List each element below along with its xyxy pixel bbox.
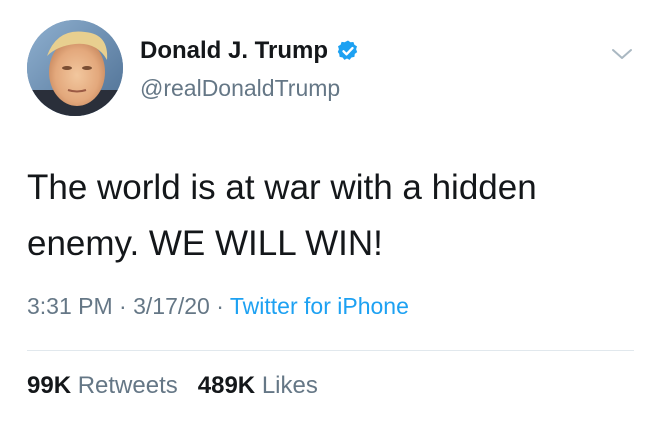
tweet-source-link[interactable]: Twitter for iPhone (230, 293, 409, 319)
author-handle[interactable]: @realDonaldTrump (140, 75, 340, 102)
verified-badge-icon (337, 40, 358, 60)
retweets-count: 99K (27, 372, 72, 399)
avatar-image (27, 20, 123, 116)
divider (27, 350, 634, 351)
author-avatar[interactable] (27, 20, 123, 116)
tweet-text: The world is at war with a hidden enemy.… (27, 160, 627, 272)
author-name-row: Donald J. Trump (140, 36, 360, 66)
retweets-stat[interactable]: 99K Retweets (27, 372, 178, 399)
tweet-meta: 3:31 PM · 3/17/20 · Twitter for iPhone (27, 293, 409, 320)
tweet-card: Donald J. Trump @realDonaldTrump The wor… (0, 0, 661, 424)
tweet-stats: 99K Retweets 489K Likes (27, 372, 318, 400)
likes-count: 489K (197, 372, 256, 399)
meta-separator: · (119, 293, 127, 319)
tweet-text-line-1: The world is at war with a hidden (27, 168, 537, 207)
chevron-down-icon[interactable] (610, 42, 634, 66)
meta-separator: · (216, 293, 224, 319)
tweet-text-line-2: enemy. WE WILL WIN! (27, 224, 383, 263)
display-name[interactable]: Donald J. Trump (140, 37, 328, 65)
likes-stat[interactable]: 489K Likes (198, 372, 318, 399)
tweet-time[interactable]: 3:31 PM (27, 293, 113, 319)
retweets-label: Retweets (77, 372, 178, 399)
tweet-date[interactable]: 3/17/20 (133, 293, 210, 319)
likes-label: Likes (261, 372, 318, 399)
